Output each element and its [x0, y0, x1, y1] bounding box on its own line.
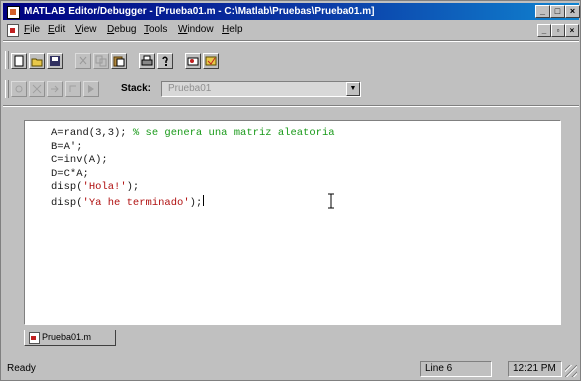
step-in-icon — [51, 85, 59, 93]
continue-icon — [88, 85, 94, 93]
cut-icon — [79, 56, 87, 65]
title-bar[interactable]: MATLAB Editor/Debugger - [Prueba01.m - C… — [3, 3, 580, 20]
code-line[interactable]: B=A'; — [51, 141, 335, 155]
code-line[interactable]: A=rand(3,3); % se genera una matriz alea… — [51, 127, 335, 141]
continue-button[interactable] — [83, 81, 99, 97]
debug-toolbar-grip[interactable] — [5, 80, 9, 98]
code-line[interactable]: C=inv(A); — [51, 154, 335, 168]
breakpoint-icon — [15, 85, 23, 93]
toolbar-divider — [3, 105, 579, 107]
step-out-icon — [69, 85, 76, 92]
menubar-divider — [3, 40, 579, 42]
paste-button[interactable] — [111, 53, 127, 69]
close-button[interactable]: × — [565, 5, 580, 18]
child-minimize-button[interactable]: _ — [537, 24, 551, 37]
clear-breakpoints-button[interactable] — [29, 81, 45, 97]
help-icon — [162, 56, 168, 66]
code-string: 'Ya he terminado' — [82, 196, 190, 209]
stack-label: Stack: — [121, 83, 152, 94]
workspace-button[interactable] — [185, 53, 201, 69]
copy-icon — [95, 55, 107, 67]
matlab-editor-window: MATLAB Editor/Debugger - [Prueba01.m - C… — [0, 0, 581, 381]
m-file-icon — [29, 332, 40, 344]
print-button[interactable] — [139, 53, 155, 69]
open-folder-icon — [31, 58, 43, 67]
menu-view[interactable]: View — [75, 21, 97, 39]
chevron-down-icon[interactable]: ▼ — [346, 82, 360, 96]
tab-prueba01[interactable]: Prueba01.m — [24, 330, 116, 346]
new-file-button[interactable] — [11, 53, 27, 69]
stack-dropdown-value: Prueba01 — [168, 83, 212, 94]
path-browser-icon — [205, 56, 217, 66]
save-disk-icon — [50, 56, 60, 66]
code-editor[interactable]: A=rand(3,3); % se genera una matriz alea… — [24, 120, 561, 325]
minimize-button[interactable]: _ — [535, 5, 550, 18]
code-line[interactable]: disp('Ya he terminado'); — [51, 194, 335, 209]
menu-window[interactable]: Window — [178, 21, 214, 39]
toolbar-grip[interactable] — [5, 51, 9, 69]
paste-icon — [113, 56, 125, 67]
set-breakpoint-button[interactable] — [11, 81, 27, 97]
menu-file[interactable]: File — [24, 21, 40, 39]
new-file-icon — [14, 55, 24, 67]
copy-button[interactable] — [93, 53, 109, 69]
window-title: MATLAB Editor/Debugger - [Prueba01.m - C… — [24, 6, 375, 17]
code-comment: % se genera una matriz aleatoria — [132, 127, 335, 139]
stack-dropdown[interactable]: Prueba01 ▼ — [161, 81, 361, 97]
clock: 12:21 PM — [508, 361, 562, 377]
tab-label: Prueba01.m — [42, 332, 92, 342]
code-line[interactable]: D=C*A; — [51, 168, 335, 182]
print-icon — [141, 55, 153, 66]
line-indicator: Line 6 — [420, 361, 492, 377]
document-icon[interactable] — [7, 24, 19, 37]
status-text: Ready — [7, 363, 36, 374]
save-button[interactable] — [47, 53, 63, 69]
code-content[interactable]: A=rand(3,3); % se genera una matriz alea… — [51, 127, 335, 209]
child-close-button[interactable]: × — [565, 24, 579, 37]
code-line[interactable]: disp('Hola!'); — [51, 181, 335, 195]
menu-bar: File Edit View Debug Tools Window Help _… — [3, 21, 579, 39]
cut-button[interactable] — [75, 53, 91, 69]
ibeam-cursor-icon — [328, 193, 334, 209]
menu-help[interactable]: Help — [222, 21, 243, 39]
step-in-button[interactable] — [47, 81, 63, 97]
workspace-icon — [187, 57, 199, 66]
path-browser-button[interactable] — [203, 53, 219, 69]
open-file-button[interactable] — [29, 53, 45, 69]
menu-edit[interactable]: Edit — [48, 21, 65, 39]
status-bar: Ready Line 6 12:21 PM — [3, 359, 579, 379]
help-button[interactable] — [157, 53, 173, 69]
menu-tools[interactable]: Tools — [144, 21, 167, 39]
matlab-app-icon[interactable] — [7, 6, 20, 19]
menu-debug[interactable]: Debug — [107, 21, 136, 39]
text-cursor — [203, 194, 205, 206]
maximize-button[interactable]: □ — [550, 5, 565, 18]
clear-breakpoints-icon — [32, 84, 42, 94]
step-out-button[interactable] — [65, 81, 81, 97]
resize-grip-icon[interactable] — [565, 365, 577, 377]
child-restore-button[interactable]: ▫ — [551, 24, 565, 37]
code-string: 'Hola!' — [82, 181, 127, 193]
